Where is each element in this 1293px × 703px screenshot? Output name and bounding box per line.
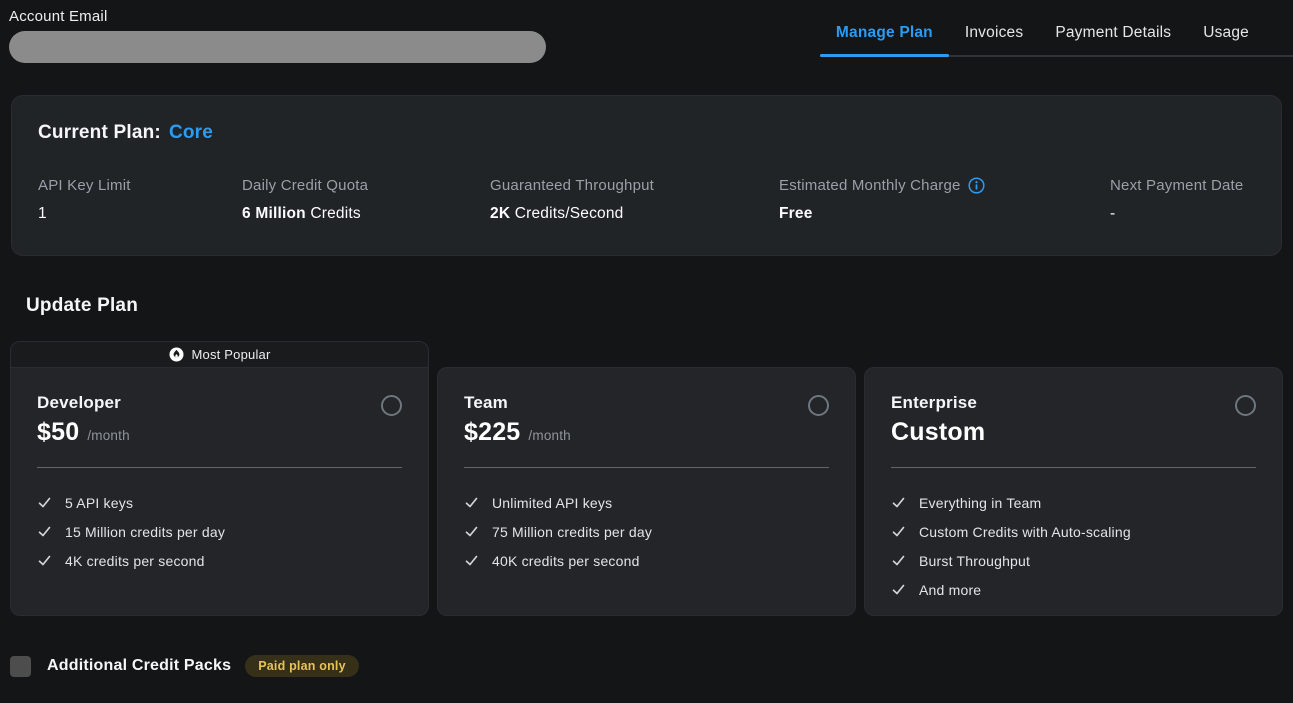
developer-plan-radio[interactable] [381, 395, 402, 416]
stat-estimated-monthly-charge: Estimated Monthly Charge Free [779, 177, 1110, 223]
plan-feature: Burst Throughput [891, 546, 1256, 575]
billing-tabs: Manage Plan Invoices Payment Details Usa… [820, 0, 1293, 57]
team-plan-radio[interactable] [808, 395, 829, 416]
plan-feature: 75 Million credits per day [464, 517, 829, 546]
plan-card-developer: Most Popular Developer $50 /month [10, 341, 429, 616]
check-icon [891, 495, 906, 510]
check-icon [891, 582, 906, 597]
account-email-label: Account Email [9, 8, 546, 25]
tab-manage-plan[interactable]: Manage Plan [820, 24, 949, 55]
info-icon[interactable] [968, 177, 985, 194]
stat-guaranteed-throughput: Guaranteed Throughput 2K Credits/Second [490, 177, 779, 223]
tab-payment-details[interactable]: Payment Details [1039, 24, 1187, 55]
most-popular-label: Most Popular [192, 347, 271, 362]
update-plan-heading: Update Plan [26, 295, 1293, 317]
paid-plan-only-badge: Paid plan only [245, 655, 359, 677]
tab-invoices[interactable]: Invoices [949, 24, 1039, 55]
current-plan-card: Current Plan: Core API Key Limit 1 Daily … [11, 95, 1282, 256]
additional-credit-packs-label: Additional Credit Packs [47, 657, 231, 675]
current-plan-stats: API Key Limit 1 Daily Credit Quota 6 Mil… [38, 177, 1255, 223]
divider [37, 467, 402, 468]
check-icon [891, 553, 906, 568]
plan-card-enterprise[interactable]: Enterprise Custom Everything in Team Cus… [864, 367, 1283, 616]
account-email-value [9, 31, 546, 63]
plan-feature: Custom Credits with Auto-scaling [891, 517, 1256, 546]
check-icon [464, 495, 479, 510]
plan-price: $225 [464, 418, 520, 447]
plan-period: /month [87, 428, 129, 443]
current-plan-name: Core [169, 122, 213, 143]
current-plan-title-prefix: Current Plan: [38, 122, 161, 143]
plan-price: $50 [37, 418, 79, 447]
topbar: Account Email Manage Plan Invoices Payme… [0, 0, 1293, 63]
most-popular-band: Most Popular [10, 341, 429, 367]
plan-price: Custom [891, 418, 985, 447]
plan-feature: 40K credits per second [464, 546, 829, 575]
plan-period: /month [528, 428, 570, 443]
tab-usage[interactable]: Usage [1187, 24, 1265, 55]
plan-name: Enterprise [891, 393, 993, 413]
check-icon [464, 524, 479, 539]
check-icon [37, 524, 52, 539]
plan-cards: Most Popular Developer $50 /month [10, 341, 1283, 616]
flame-icon [169, 347, 184, 362]
current-plan-title: Current Plan: Core [38, 122, 1255, 144]
plan-body-developer[interactable]: Developer $50 /month 5 API keys [10, 367, 429, 616]
plan-card-team[interactable]: Team $225 /month Unlimited API keys 75 M… [437, 367, 856, 616]
plan-name: Developer [37, 393, 130, 413]
plan-feature: And more [891, 575, 1256, 604]
account-email-block: Account Email [0, 0, 546, 63]
divider [464, 467, 829, 468]
plan-feature: Unlimited API keys [464, 488, 829, 517]
enterprise-plan-radio[interactable] [1235, 395, 1256, 416]
additional-credit-packs-row: Additional Credit Packs Paid plan only [10, 655, 1293, 677]
divider [891, 467, 1256, 468]
check-icon [37, 553, 52, 568]
billing-page: Account Email Manage Plan Invoices Payme… [0, 0, 1293, 677]
stat-daily-credit-quota: Daily Credit Quota 6 Million Credits [242, 177, 490, 223]
check-icon [464, 553, 479, 568]
stat-api-key-limit: API Key Limit 1 [38, 177, 242, 223]
plan-feature: 4K credits per second [37, 546, 402, 575]
additional-credit-packs-checkbox[interactable] [10, 656, 31, 677]
check-icon [37, 495, 52, 510]
stat-next-payment-date: Next Payment Date - [1110, 177, 1255, 223]
plan-feature: 5 API keys [37, 488, 402, 517]
plan-name: Team [464, 393, 571, 413]
plan-feature: Everything in Team [891, 488, 1256, 517]
plan-feature: 15 Million credits per day [37, 517, 402, 546]
check-icon [891, 524, 906, 539]
